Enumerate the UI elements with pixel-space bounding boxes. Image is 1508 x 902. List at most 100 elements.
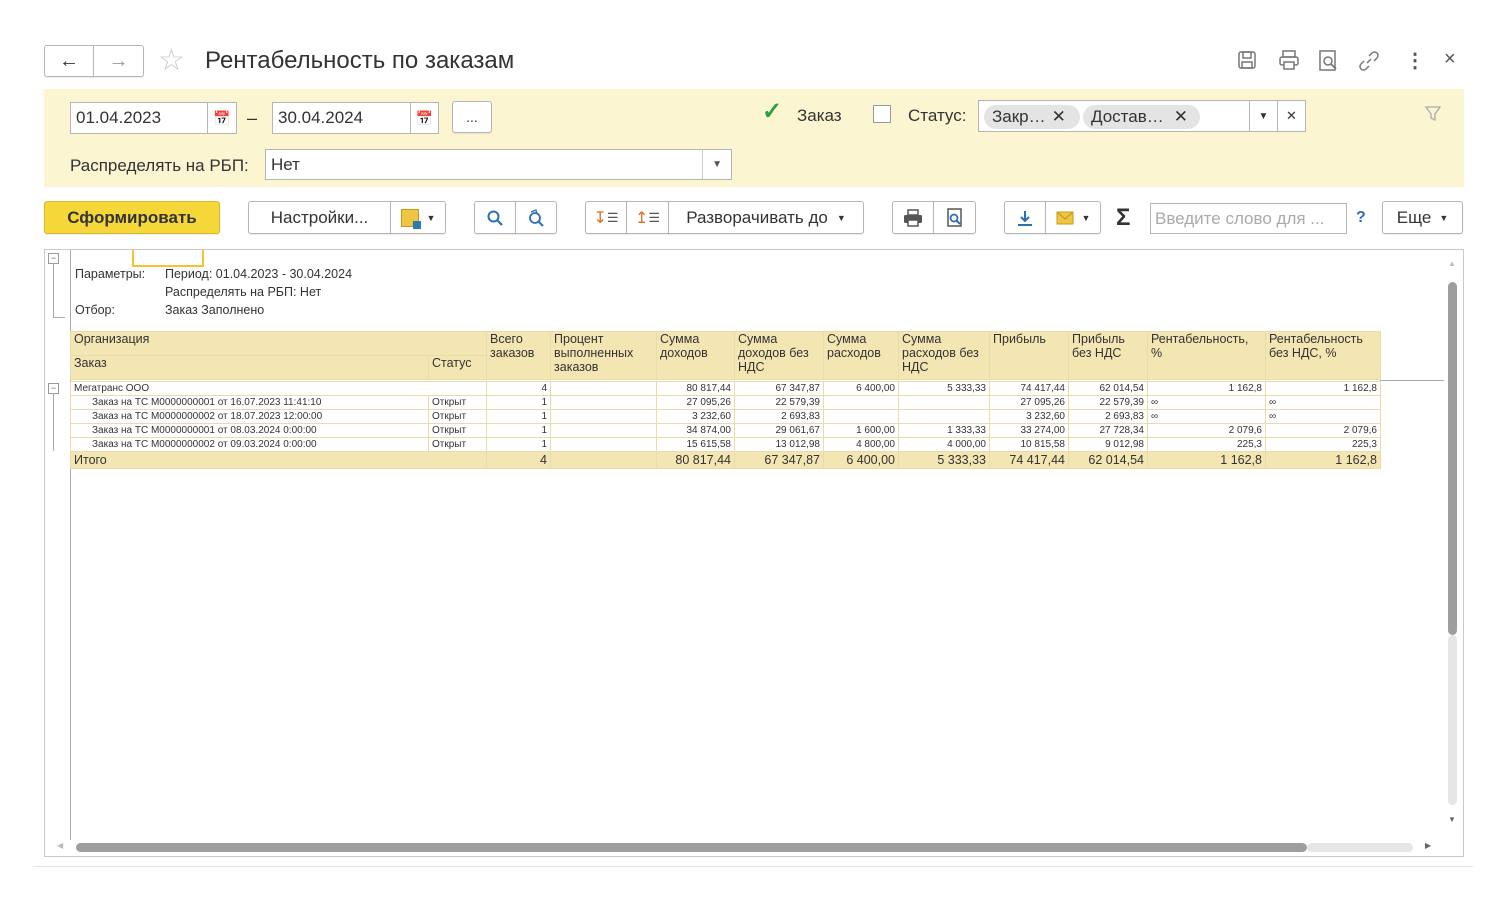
preview-icon[interactable] <box>1318 50 1340 72</box>
cell: ∞ <box>1265 409 1381 424</box>
horizontal-scrollbar-thumb[interactable] <box>76 843 1307 852</box>
cell: 1 600,00 <box>823 423 899 438</box>
forward-button[interactable]: → <box>93 45 144 77</box>
scroll-down-arrow[interactable]: ▼ <box>1448 815 1456 824</box>
link-icon[interactable] <box>1358 50 1380 72</box>
cell: 5 333,33 <box>898 451 990 469</box>
table-row[interactable]: Заказ на ТС М0000000002 от 18.07.2023 12… <box>70 409 1381 424</box>
scroll-up-arrow[interactable]: ▲ <box>1448 259 1456 268</box>
cell: 15 615,58 <box>656 437 735 452</box>
cell: 2 693,83 <box>1068 409 1148 424</box>
expand-to-label: Разворачивать до <box>686 207 828 227</box>
status-chip[interactable]: Достав… ✕ <box>1083 105 1200 129</box>
sum-icon[interactable]: Σ <box>1116 204 1130 232</box>
remove-chip-icon[interactable]: ✕ <box>1174 107 1188 127</box>
col-percent-done: Процент выполненных заказов <box>550 331 658 380</box>
cell: 62 014,54 <box>1068 381 1148 396</box>
scroll-left-arrow[interactable]: ◀ <box>57 841 63 850</box>
col-status: Статус <box>427 355 488 380</box>
status-chip-label: Закр… <box>992 107 1046 126</box>
settings-button[interactable]: Настройки... <box>248 201 391 234</box>
order-cell: Заказ на ТС М0000000001 от 16.07.2023 11… <box>70 395 429 410</box>
group-name: Мегатранс ООО <box>70 381 487 396</box>
date-to-field[interactable]: 30.04.2024 <box>272 102 411 134</box>
cell: 1 <box>486 437 551 452</box>
cell: 225,3 <box>1265 437 1381 452</box>
collapse-all-button[interactable]: ↥ ☰ <box>626 201 669 234</box>
save-to-file-button[interactable] <box>1004 201 1046 234</box>
cell: 27 095,26 <box>656 395 735 410</box>
report-body-table: Мегатранс ООО 4 80 817,44 67 347,87 6 40… <box>70 381 1381 469</box>
search-input[interactable]: Введите слово для ... <box>1150 203 1347 234</box>
order-cell: Заказ на ТС М0000000002 от 09.03.2024 0:… <box>70 437 429 452</box>
send-email-button[interactable]: ▼ <box>1045 201 1101 234</box>
cell: 4 800,00 <box>823 437 899 452</box>
more-vertical-icon[interactable]: ⋮ <box>1405 48 1425 73</box>
table-row[interactable]: Заказ на ТС М0000000001 от 16.07.2023 11… <box>70 395 1381 410</box>
col-expense: Сумма расходов <box>823 331 900 380</box>
status-cell: Открыт <box>428 409 487 424</box>
status-cell: Открыт <box>428 437 487 452</box>
cell: 80 817,44 <box>656 381 735 396</box>
envelope-icon <box>1056 211 1074 224</box>
cell: 27 095,26 <box>989 395 1069 410</box>
group-row[interactable]: Мегатранс ООО 4 80 817,44 67 347,87 6 40… <box>70 381 1381 396</box>
report-document[interactable]: − Параметры: Период: 01.04.2023 - 30.04.2… <box>44 249 1464 857</box>
date-from-calendar-button[interactable]: 📅 <box>207 102 237 134</box>
favorite-star-icon[interactable]: ☆ <box>158 44 185 78</box>
chevron-down-icon: ▼ <box>836 212 846 223</box>
cell <box>550 409 657 424</box>
remove-chip-icon[interactable]: ✕ <box>1052 107 1066 127</box>
status-clear-button[interactable]: ✕ <box>1277 100 1306 132</box>
total-row[interactable]: Итого 4 80 817,44 67 347,87 6 400,00 5 3… <box>70 451 1381 469</box>
chevron-down-icon: ▼ <box>426 212 436 223</box>
status-dropdown-button[interactable]: ▼ <box>1249 100 1278 132</box>
col-rent: Рентабельность, % <box>1147 331 1267 380</box>
status-checkbox[interactable] <box>873 105 891 123</box>
date-to-calendar-button[interactable]: 📅 <box>410 102 439 134</box>
scroll-right-arrow[interactable]: ▶ <box>1425 841 1431 850</box>
table-row[interactable]: Заказ на ТС М0000000002 от 09.03.2024 0:… <box>70 437 1381 452</box>
period-select-button[interactable]: ... <box>452 101 492 133</box>
variants-button[interactable]: ▼ <box>390 201 446 234</box>
order-cell: Заказ на ТС М0000000001 от 08.03.2024 0:… <box>70 423 429 438</box>
back-button[interactable]: ← <box>44 45 94 77</box>
vertical-scrollbar-track[interactable] <box>1448 635 1457 805</box>
table-row[interactable]: Заказ на ТС М0000000001 от 08.03.2024 0:… <box>70 423 1381 438</box>
col-order: Заказ <box>70 355 429 380</box>
cell <box>823 409 899 424</box>
expand-to-button[interactable]: Разворачивать до ▼ <box>668 201 864 234</box>
expand-all-button[interactable]: ↧ ☰ <box>585 201 627 234</box>
cell: 9 012,98 <box>1068 437 1148 452</box>
cell: 6 400,00 <box>823 451 899 469</box>
more-button[interactable]: Еще ▼ <box>1382 201 1463 234</box>
order-checkbox[interactable]: ✓ <box>762 100 782 124</box>
cell: 4 <box>486 381 551 396</box>
vertical-scrollbar-thumb[interactable] <box>1448 282 1457 635</box>
save-icon[interactable] <box>1237 50 1257 70</box>
find-next-button[interactable] <box>515 201 557 234</box>
expand-icon: ↧ <box>593 209 607 227</box>
generate-label: Сформировать <box>67 207 197 227</box>
distribute-label: Распределять на РБП: <box>70 156 249 175</box>
status-chip[interactable]: Закр… ✕ <box>984 105 1080 129</box>
find-button[interactable] <box>474 201 516 234</box>
total-label: Итого <box>70 451 487 469</box>
arrow-left-icon: ← <box>59 49 79 72</box>
distribute-select[interactable]: Нет ▼ <box>265 149 732 180</box>
select-divider <box>702 150 703 179</box>
date-from-value: 01.04.2023 <box>76 108 162 127</box>
status-multiselect[interactable]: Закр… ✕ Достав… ✕ <box>978 100 1250 132</box>
col-rent-no-vat: Рентабельность без НДС, % <box>1265 331 1382 380</box>
close-icon[interactable]: × <box>1444 48 1456 71</box>
date-from-field[interactable]: 01.04.2023 <box>70 102 208 134</box>
horizontal-scrollbar-track[interactable] <box>1307 843 1413 852</box>
help-button[interactable]: ? <box>1356 209 1366 227</box>
print-button[interactable] <box>892 201 934 234</box>
date-dash: – <box>247 108 258 128</box>
filter-icon[interactable] <box>1424 105 1442 123</box>
print-icon[interactable] <box>1278 50 1300 70</box>
generate-button[interactable]: Сформировать <box>44 201 220 234</box>
print-preview-button[interactable] <box>933 201 976 234</box>
report-table: Организация Всего заказов Процент выполн… <box>69 331 1382 380</box>
